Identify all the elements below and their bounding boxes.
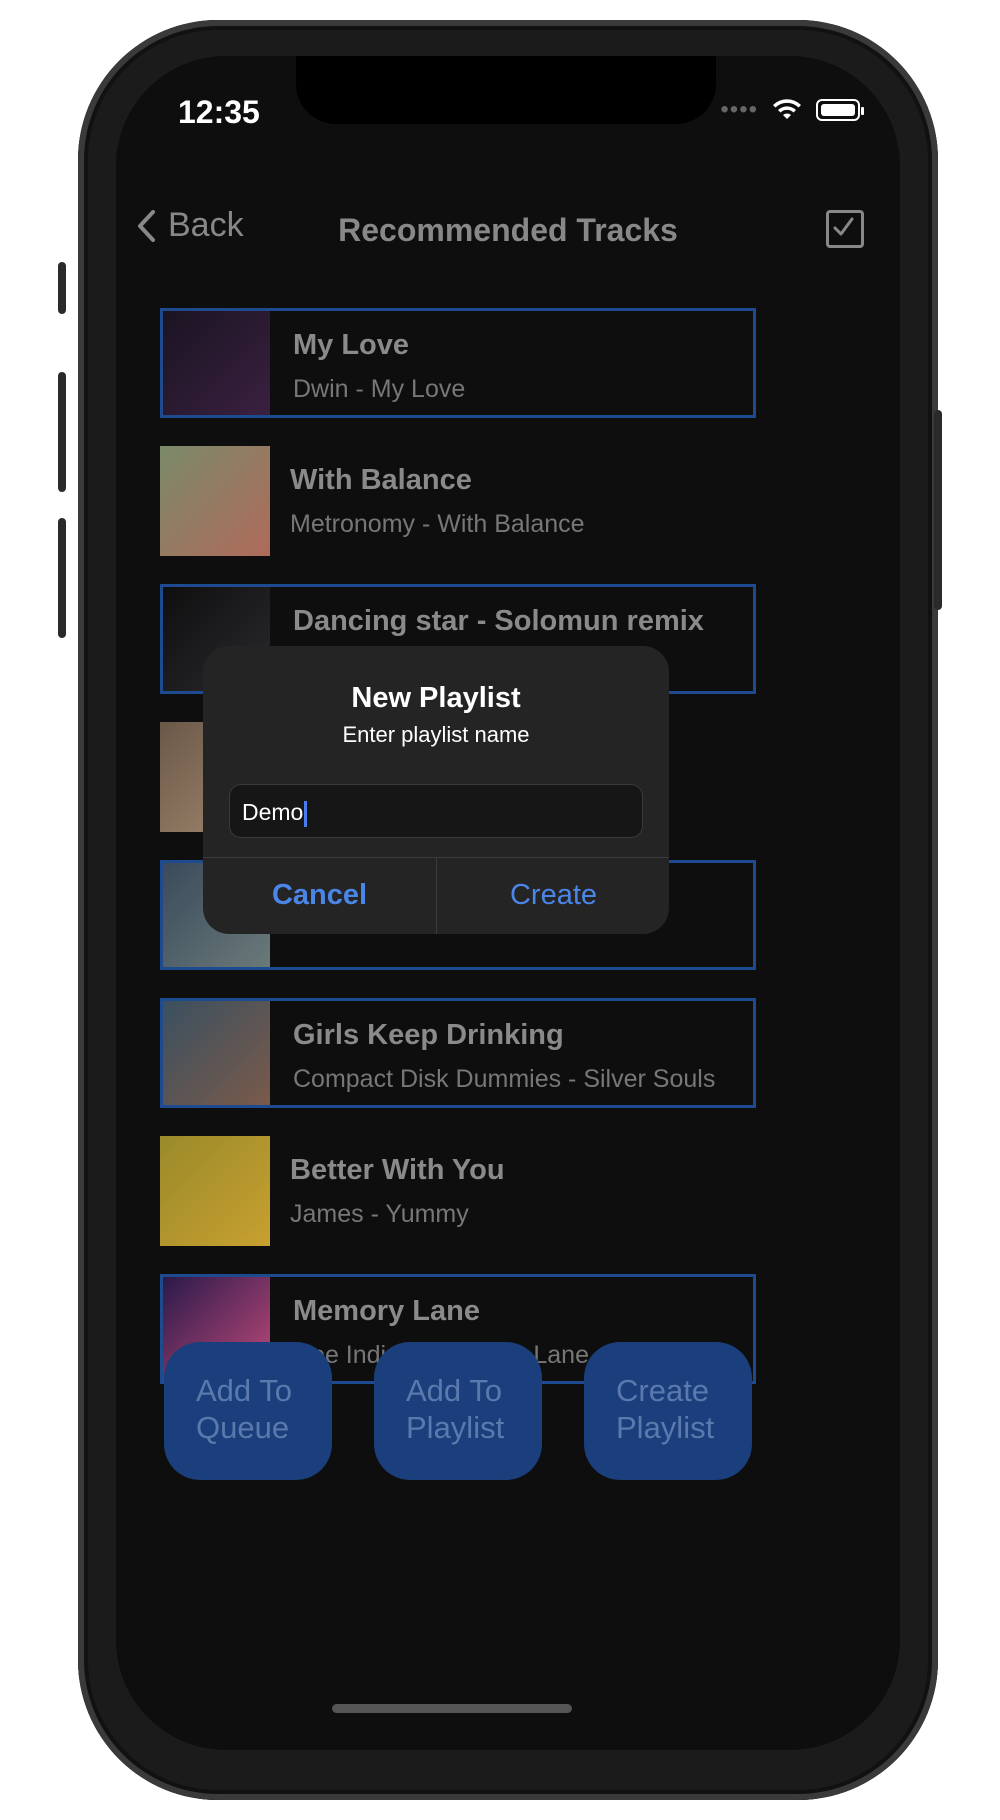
- track-row[interactable]: Better With You James - Yummy: [160, 1136, 756, 1246]
- track-row[interactable]: Girls Keep Drinking Compact Disk Dummies …: [160, 998, 756, 1108]
- screen: 12:35 •••• Back Recommended Tracks My Lo…: [116, 56, 900, 1750]
- track-subtitle: Compact Disk Dummies - Silver Souls: [293, 1065, 716, 1093]
- playlist-name-input[interactable]: Demo: [229, 784, 643, 838]
- action-bar: Add To Queue Add To Playlist Create Play…: [116, 1342, 900, 1482]
- page-title: Recommended Tracks: [338, 212, 678, 248]
- new-playlist-dialog: New Playlist Enter playlist name Demo Ca…: [203, 646, 669, 934]
- navigation-bar: Back Recommended Tracks: [116, 206, 900, 266]
- add-to-playlist-button[interactable]: Add To Playlist: [374, 1342, 542, 1480]
- album-art: [160, 1136, 270, 1246]
- notch: [296, 56, 716, 124]
- create-playlist-button[interactable]: Create Playlist: [584, 1342, 752, 1480]
- volume-up-button: [58, 372, 66, 492]
- signal-icon: ••••: [720, 96, 758, 123]
- wifi-icon: [773, 99, 801, 119]
- playlist-name-value: Demo: [242, 799, 304, 825]
- battery-icon: [816, 99, 864, 121]
- select-all-checkbox[interactable]: [826, 210, 864, 248]
- home-indicator: [332, 1704, 572, 1713]
- track-subtitle: Dwin - My Love: [293, 375, 466, 403]
- track-title: Dancing star - Solomun remix: [293, 605, 704, 637]
- track-row[interactable]: With Balance Metronomy - With Balance: [160, 446, 756, 556]
- track-subtitle: Metronomy - With Balance: [290, 510, 585, 538]
- mute-switch: [58, 262, 66, 314]
- create-button[interactable]: Create: [437, 857, 669, 934]
- add-to-queue-button[interactable]: Add To Queue: [164, 1342, 332, 1480]
- album-art: [163, 311, 270, 415]
- album-art: [163, 1001, 270, 1105]
- track-row[interactable]: My Love Dwin - My Love: [160, 308, 756, 418]
- text-cursor: [304, 800, 308, 827]
- track-title: My Love: [293, 329, 410, 361]
- dialog-message: Enter playlist name: [342, 722, 530, 747]
- power-button: [934, 410, 942, 610]
- track-title: Girls Keep Drinking: [293, 1019, 564, 1051]
- status-icons: ••••: [720, 96, 864, 124]
- checkmark-icon: [833, 217, 854, 236]
- dialog-title: New Playlist: [351, 682, 521, 714]
- cancel-button[interactable]: Cancel: [203, 857, 436, 934]
- album-art: [160, 446, 270, 556]
- track-title: Better With You: [290, 1154, 505, 1186]
- volume-down-button: [58, 518, 66, 638]
- status-time: 12:35: [178, 94, 260, 130]
- track-title: Memory Lane: [293, 1295, 480, 1327]
- track-subtitle: James - Yummy: [290, 1200, 469, 1228]
- track-title: With Balance: [290, 464, 472, 496]
